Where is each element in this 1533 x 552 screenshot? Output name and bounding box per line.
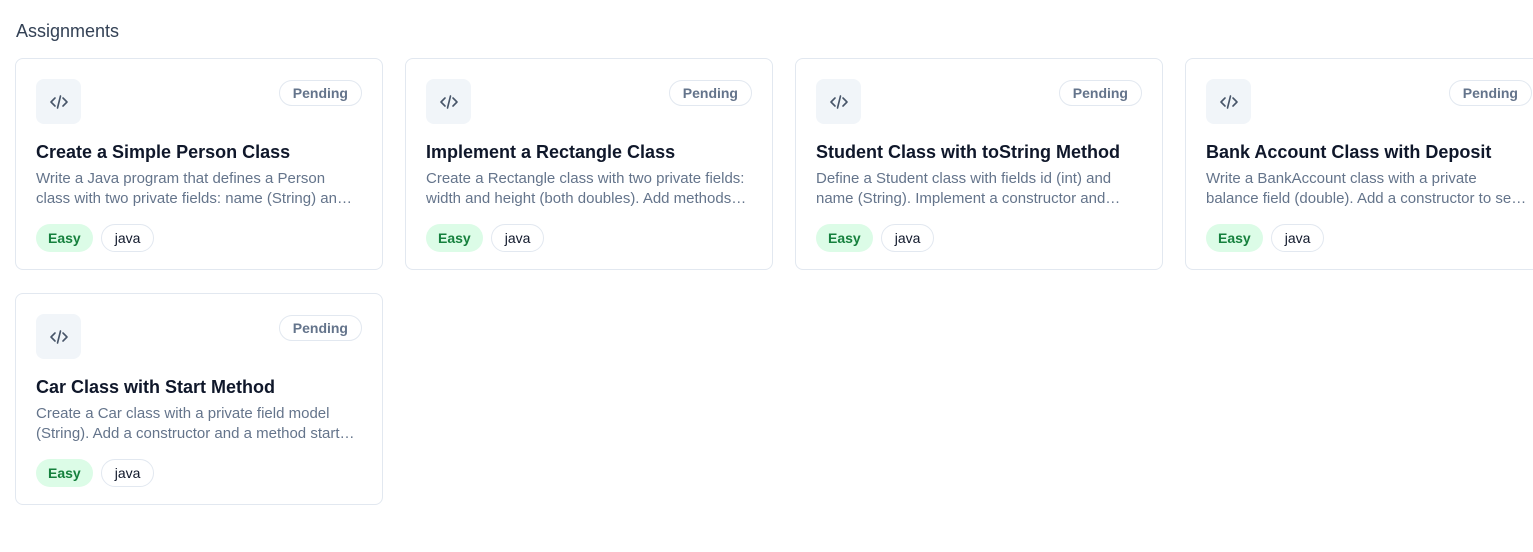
assignment-card[interactable]: Pending Car Class with Start Method Crea…	[15, 293, 383, 505]
language-tag: java	[100, 224, 155, 252]
card-tags: Easy java	[816, 224, 935, 252]
section-title: Assignments	[16, 21, 120, 41]
card-description: Create a Rectangle class with two privat…	[426, 170, 748, 207]
difficulty-badge: Easy	[36, 224, 93, 252]
card-tags: Easy java	[426, 224, 545, 252]
card-title: Create a Simple Person Class	[36, 142, 291, 162]
language-tag: java	[100, 459, 155, 487]
assignment-card[interactable]: Pending Implement a Rectangle Class Crea…	[405, 58, 773, 270]
card-tags: Easy java	[36, 459, 155, 487]
code-icon	[36, 314, 81, 359]
card-title: Bank Account Class with Deposit	[1206, 142, 1492, 162]
difficulty-badge: Easy	[816, 224, 873, 252]
status-badge: Pending	[278, 80, 362, 106]
difficulty-badge: Easy	[1206, 224, 1263, 252]
code-icon	[426, 79, 471, 124]
language-tag: java	[1270, 224, 1325, 252]
card-description: Write a Java program that defines a Pers…	[36, 170, 346, 207]
difficulty-badge: Easy	[426, 224, 483, 252]
status-badge: Pending	[1448, 80, 1532, 106]
code-icon	[816, 79, 861, 124]
assignment-card[interactable]: Pending Create a Simple Person Class Wri…	[15, 58, 383, 270]
card-title: Car Class with Start Method	[36, 377, 276, 397]
card-title: Student Class with toString Method	[816, 142, 1120, 162]
code-icon	[36, 79, 81, 124]
card-description: Define a Student class with fields id (i…	[816, 170, 1112, 207]
card-tags: Easy java	[1206, 224, 1325, 252]
language-tag: java	[490, 224, 545, 252]
card-title: Implement a Rectangle Class	[426, 142, 676, 162]
language-tag: java	[880, 224, 935, 252]
card-description: Write a BankAccount class with a private…	[1206, 170, 1516, 207]
assignment-card[interactable]: Pending Bank Account Class with Deposit …	[1185, 58, 1533, 270]
difficulty-badge: Easy	[36, 459, 93, 487]
card-tags: Easy java	[36, 224, 155, 252]
assignments-page: Assignments Pending Create a Simple Pers…	[0, 0, 1533, 552]
status-badge: Pending	[1058, 80, 1142, 106]
assignment-card[interactable]: Pending Student Class with toString Meth…	[795, 58, 1163, 270]
status-badge: Pending	[278, 315, 362, 341]
code-icon	[1206, 79, 1251, 124]
status-badge: Pending	[668, 80, 752, 106]
card-description: Create a Car class with a private field …	[36, 405, 340, 442]
